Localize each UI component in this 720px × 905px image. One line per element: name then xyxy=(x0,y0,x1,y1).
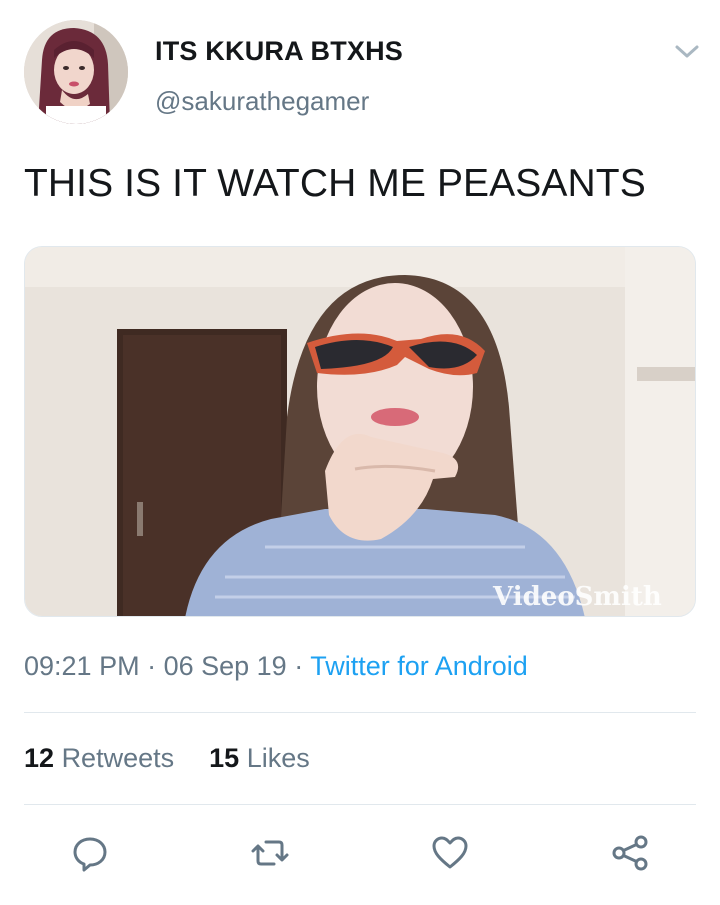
divider xyxy=(24,804,696,805)
retweets-stat[interactable]: 12 Retweets xyxy=(24,743,174,773)
avatar-image xyxy=(24,20,128,124)
reply-icon[interactable] xyxy=(70,833,110,873)
tweet-source-link[interactable]: Twitter for Android xyxy=(310,651,528,681)
avatar[interactable] xyxy=(24,20,128,124)
tweet-date: 06 Sep 19 xyxy=(163,651,287,681)
tweet-text: THIS IS IT WATCH ME PEASANTS xyxy=(24,162,646,205)
meta-separator: · xyxy=(139,651,164,681)
media-image: VideoSmith xyxy=(25,247,695,616)
meta-separator: · xyxy=(286,651,311,681)
retweet-icon[interactable] xyxy=(250,833,290,873)
likes-stat[interactable]: 15 Likes xyxy=(209,743,310,773)
retweets-label: Retweets xyxy=(61,743,175,773)
tweet-media[interactable]: VideoSmith xyxy=(24,246,696,617)
tweet-time: 09:21 PM xyxy=(24,651,140,681)
author-handle[interactable]: @sakurathegamer xyxy=(155,86,369,117)
author-display-name[interactable]: ITS KKURA BTXHS xyxy=(155,36,403,67)
retweets-count: 12 xyxy=(24,743,55,773)
like-icon[interactable] xyxy=(430,833,470,873)
chevron-down-icon[interactable] xyxy=(672,38,702,64)
likes-count: 15 xyxy=(209,743,240,773)
divider xyxy=(24,712,696,713)
tweet-meta: 09:21 PM · 06 Sep 19 · Twitter for Andro… xyxy=(24,651,528,682)
media-watermark: VideoSmith xyxy=(492,582,662,612)
tweet-stats: 12 Retweets 15 Likes xyxy=(24,743,310,774)
likes-label: Likes xyxy=(246,743,310,773)
share-icon[interactable] xyxy=(610,833,650,873)
